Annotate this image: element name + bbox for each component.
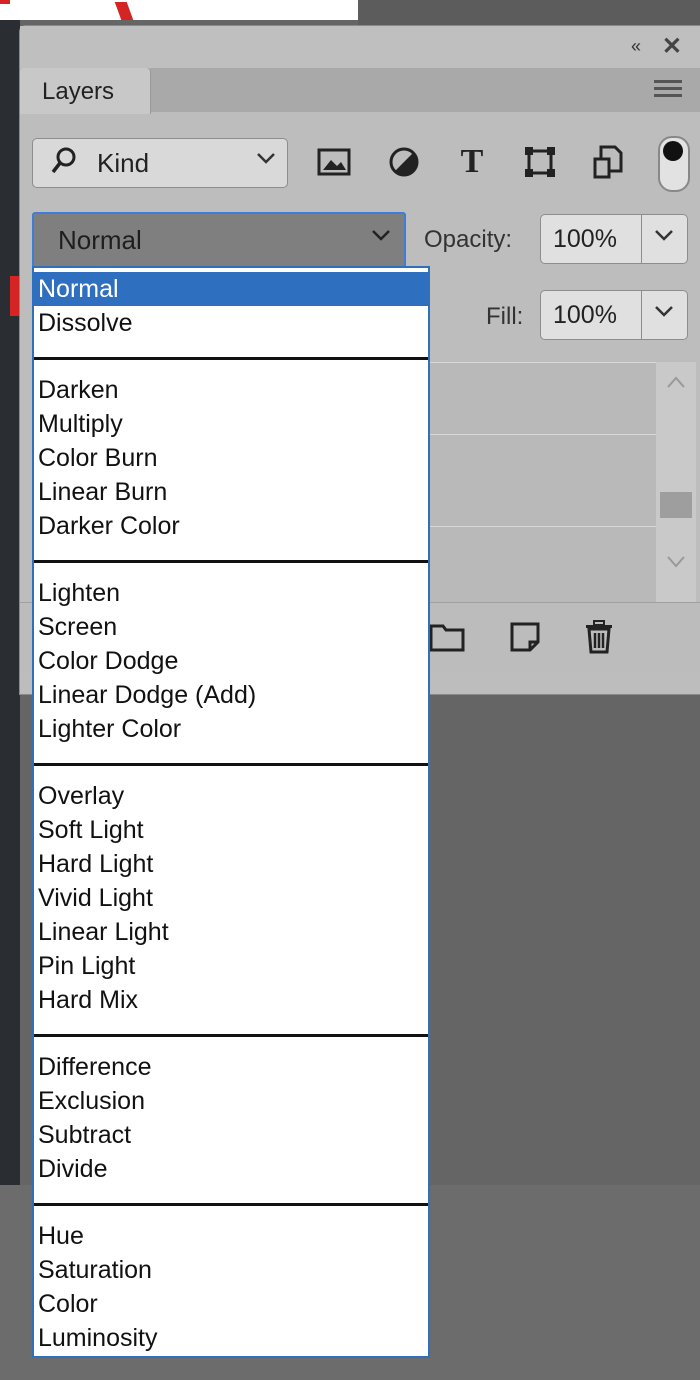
adjustment-filter-icon[interactable]	[384, 142, 424, 182]
blend-mode-option[interactable]: Dissolve	[34, 306, 428, 340]
blend-mode-option[interactable]: Lighten	[34, 576, 428, 610]
field-divider	[641, 215, 642, 263]
blend-mode-option[interactable]: Lighter Color	[34, 712, 428, 746]
scroll-down-icon[interactable]	[666, 552, 686, 575]
canvas-artwork	[0, 0, 10, 4]
menu-divider	[34, 763, 428, 766]
new-group-folder-icon[interactable]	[428, 618, 466, 656]
blend-mode-option[interactable]: Color Burn	[34, 441, 428, 475]
background-app-chrome	[358, 0, 700, 26]
menu-divider	[34, 1203, 428, 1206]
chevron-down-icon	[255, 147, 277, 175]
blend-mode-option[interactable]: Color	[34, 1287, 428, 1321]
background-canvas-area	[148, 0, 358, 20]
blend-mode-option[interactable]: Linear Dodge (Add)	[34, 678, 428, 712]
scroll-up-icon[interactable]	[666, 372, 686, 395]
menu-divider	[34, 560, 428, 563]
blend-mode-select[interactable]: Normal	[32, 212, 406, 268]
layer-row[interactable]	[430, 526, 656, 603]
close-icon[interactable]: ✕	[662, 32, 682, 61]
scroll-thumb[interactable]	[660, 492, 692, 518]
collapse-panel-icon[interactable]: «	[631, 36, 641, 57]
blend-mode-option[interactable]: Darker Color	[34, 509, 428, 543]
blend-mode-option[interactable]: Subtract	[34, 1118, 428, 1152]
blend-mode-option[interactable]: Hard Light	[34, 847, 428, 881]
opacity-label: Opacity:	[424, 226, 513, 253]
tab-strip	[150, 68, 700, 112]
blend-mode-option[interactable]: Linear Burn	[34, 475, 428, 509]
tab-label: Layers	[42, 78, 115, 105]
blend-mode-option[interactable]: Hard Mix	[34, 983, 428, 1017]
blend-mode-option[interactable]: Saturation	[34, 1253, 428, 1287]
blend-mode-option[interactable]: Vivid Light	[34, 881, 428, 915]
blend-mode-option[interactable]: Overlay	[34, 779, 428, 813]
layer-row[interactable]	[430, 434, 656, 527]
blend-mode-option[interactable]: Exclusion	[34, 1084, 428, 1118]
image-filter-icon[interactable]	[314, 142, 354, 182]
layer-row[interactable]	[430, 362, 656, 435]
chevron-down-icon[interactable]	[653, 224, 675, 252]
blend-mode-option[interactable]: Color Dodge	[34, 644, 428, 678]
opacity-value[interactable]: 100%	[553, 225, 617, 254]
background-document	[0, 20, 20, 1185]
new-layer-icon[interactable]	[506, 618, 544, 656]
search-icon	[51, 147, 77, 182]
blend-mode-value: Normal	[58, 225, 142, 255]
tab-layers[interactable]: Layers	[20, 68, 150, 114]
blend-mode-option[interactable]: Hue	[34, 1219, 428, 1253]
blend-mode-dropdown-menu: Normal Dissolve Darken Multiply Color Burn Li…	[32, 266, 430, 1358]
canvas-artwork	[10, 276, 20, 316]
fill-value[interactable]: 100%	[553, 301, 617, 330]
panel-menu-icon[interactable]	[654, 80, 682, 101]
blend-mode-option[interactable]: Darken	[34, 373, 428, 407]
blend-mode-option[interactable]: Difference	[34, 1050, 428, 1084]
opacity-field[interactable]: 100%	[540, 214, 688, 264]
blend-mode-option[interactable]: Soft Light	[34, 813, 428, 847]
layers-scrollbar[interactable]	[656, 362, 696, 602]
fill-label: Fill:	[486, 303, 524, 330]
smart-object-filter-icon[interactable]	[588, 142, 628, 182]
trash-icon[interactable]	[580, 618, 618, 656]
filter-kind-dropdown[interactable]: Kind	[32, 138, 288, 188]
fill-field[interactable]: 100%	[540, 290, 688, 340]
blend-mode-option[interactable]: Multiply	[34, 407, 428, 441]
toggle-knob	[663, 141, 683, 161]
chevron-down-icon[interactable]	[653, 300, 675, 328]
shape-filter-icon[interactable]	[520, 142, 560, 182]
layers-list	[430, 362, 656, 603]
filter-toggle-switch[interactable]	[658, 136, 690, 192]
panel-title-bar	[20, 26, 700, 68]
field-divider	[641, 291, 642, 339]
blend-mode-option[interactable]: Linear Light	[34, 915, 428, 949]
blend-mode-option[interactable]: Pin Light	[34, 949, 428, 983]
blend-mode-option[interactable]: Normal	[34, 272, 428, 306]
menu-divider	[34, 357, 428, 360]
blend-mode-option[interactable]: Luminosity	[34, 1321, 428, 1355]
type-filter-icon[interactable]: T	[452, 142, 492, 182]
filter-kind-label: Kind	[97, 148, 150, 178]
blend-mode-option[interactable]: Screen	[34, 610, 428, 644]
menu-divider	[34, 1034, 428, 1037]
chevron-down-icon	[370, 224, 392, 252]
blend-mode-option[interactable]: Divide	[34, 1152, 428, 1186]
